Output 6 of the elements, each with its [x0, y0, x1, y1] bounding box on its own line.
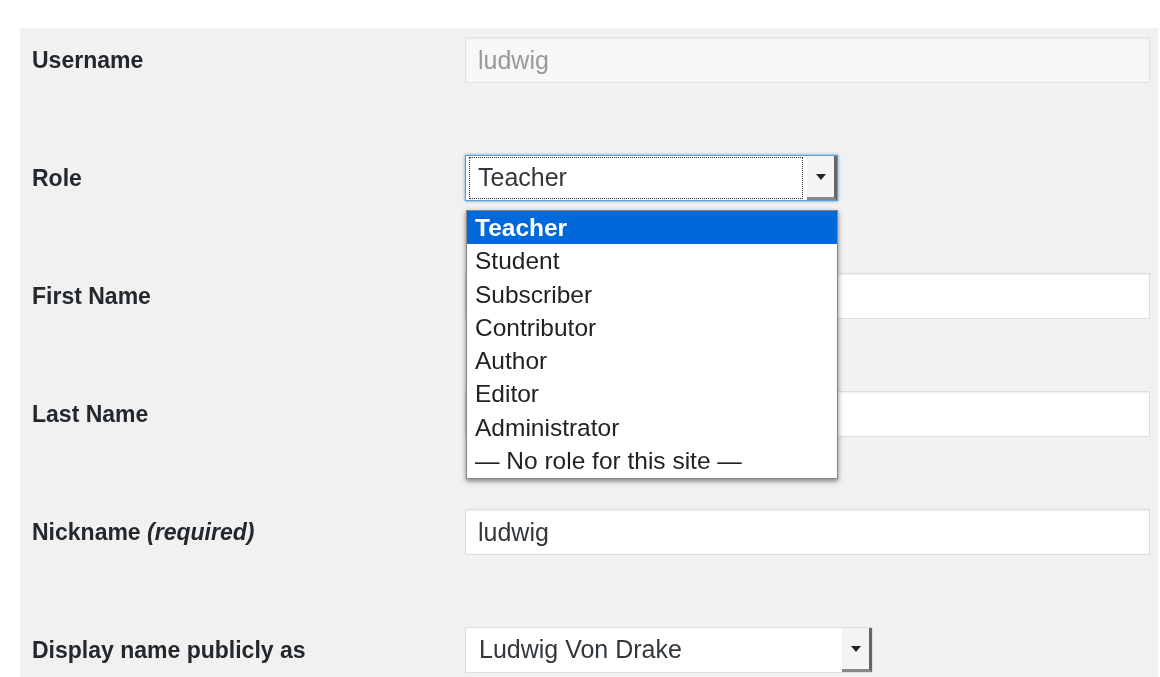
field-label: Display name publicly as — [32, 637, 306, 663]
field-label: Username — [32, 47, 144, 73]
field-label: First Name — [32, 283, 151, 309]
field-label: Role — [32, 165, 82, 191]
field-label: Nickname (required) — [32, 519, 255, 545]
field-label: Last Name — [32, 401, 149, 427]
